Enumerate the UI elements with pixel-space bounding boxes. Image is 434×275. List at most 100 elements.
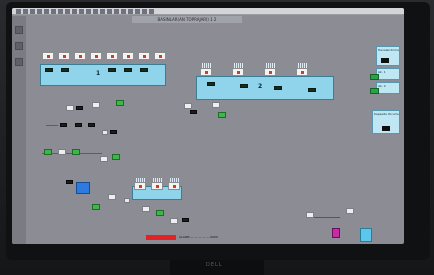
basin-2-label: 2 (258, 83, 263, 90)
valve-icon[interactable] (102, 130, 108, 135)
pipe-line (312, 217, 340, 218)
pump-icon[interactable] (156, 210, 164, 216)
aerator-unit[interactable] (264, 68, 276, 76)
pipe-line (46, 125, 58, 126)
aerator-unit[interactable] (151, 182, 163, 190)
right-panel-title: Kapasite Olcumu (374, 112, 400, 116)
cyan-indicator[interactable] (360, 228, 372, 242)
alarm-indicator (146, 235, 176, 240)
pump-icon[interactable] (306, 212, 314, 218)
window-menu-icon[interactable] (135, 9, 140, 14)
page-title: BASINLAR(AN TOPRAJARI) 1 2 (132, 16, 242, 23)
aerator-unit[interactable] (58, 52, 70, 60)
right-panel-box[interactable]: Ak. 1 (376, 68, 400, 80)
instrument-readout (88, 123, 95, 127)
start-button[interactable] (370, 74, 379, 80)
sidebar-tool-icon[interactable] (15, 42, 23, 50)
right-panel-box[interactable]: Ak. 2 (376, 82, 400, 94)
tank-readout (240, 84, 248, 88)
tank-readout (207, 82, 215, 86)
pump-icon[interactable] (58, 149, 66, 155)
start-button[interactable] (370, 88, 379, 94)
pump-icon[interactable] (72, 149, 80, 155)
scada-screen: BASINLAR(AN TOPRAJARI) 1 2 1 2 Havalandi… (12, 8, 404, 244)
aerator-unit[interactable] (138, 52, 150, 60)
window-menu-icon[interactable] (128, 9, 133, 14)
pump-icon[interactable] (184, 103, 192, 109)
window-menu-icon[interactable] (23, 9, 28, 14)
aerator-unit[interactable] (154, 52, 166, 60)
aerator-unit[interactable] (74, 52, 86, 60)
window-menu-icon[interactable] (121, 9, 126, 14)
pump-icon[interactable] (170, 218, 178, 224)
window-menu-icon[interactable] (93, 9, 98, 14)
window-menu-icon[interactable] (44, 9, 49, 14)
alarm-bar[interactable]: ALARM — — — — — 0000 (146, 235, 276, 240)
window-menu-icon[interactable] (58, 9, 63, 14)
pump-icon[interactable] (66, 105, 74, 111)
pump-icon[interactable] (108, 194, 116, 200)
tank-readout (274, 86, 282, 90)
window-menu-icon[interactable] (51, 9, 56, 14)
sidebar-tool-icon[interactable] (15, 58, 23, 66)
window-menu-icon[interactable] (142, 9, 147, 14)
magenta-indicator[interactable] (332, 228, 340, 238)
alarm-text: ALARM — — — — — 0000 (179, 235, 218, 239)
window-menu-icon[interactable] (86, 9, 91, 14)
window-menubar (12, 8, 404, 15)
aerator-unit[interactable] (42, 52, 54, 60)
tank-readout (108, 68, 116, 72)
pump-icon[interactable] (92, 102, 100, 108)
window-menu-icon[interactable] (72, 9, 77, 14)
aerator-unit[interactable] (168, 182, 180, 190)
pump-icon[interactable] (100, 156, 108, 162)
instrument-readout (75, 123, 82, 127)
instrument-readout (190, 110, 197, 114)
window-menu-icon[interactable] (30, 9, 35, 14)
right-panel-box[interactable]: Havalandirma (376, 46, 400, 66)
window-menu-icon[interactable] (114, 9, 119, 14)
window-menu-icon[interactable] (37, 9, 42, 14)
aerator-unit[interactable] (134, 182, 146, 190)
right-panel-box[interactable]: Kapasite Olcumu (372, 110, 400, 134)
aerator-unit[interactable] (200, 68, 212, 76)
right-panel-title: Ak. 2 (378, 84, 386, 88)
aerator-unit[interactable] (122, 52, 134, 60)
aerator-unit[interactable] (232, 68, 244, 76)
pump-icon[interactable] (112, 154, 120, 160)
window-menu-icon[interactable] (16, 9, 21, 14)
right-panel-value (382, 126, 390, 131)
pump-icon[interactable] (212, 102, 220, 108)
left-toolbar (12, 16, 26, 244)
aerator-unit[interactable] (296, 68, 308, 76)
aerator-unit[interactable] (106, 52, 118, 60)
right-panel-title: Ak. 1 (378, 70, 386, 74)
blue-pump-icon[interactable] (76, 182, 90, 194)
sidebar-tool-icon[interactable] (15, 26, 23, 34)
pump-icon[interactable] (346, 208, 354, 214)
instrument-readout (60, 123, 67, 127)
pump-icon[interactable] (116, 100, 124, 106)
valve-icon[interactable] (124, 198, 130, 203)
instrument-readout (66, 180, 73, 184)
window-menu-icon[interactable] (79, 9, 84, 14)
window-menu-icon[interactable] (149, 9, 154, 14)
tank-readout (140, 68, 148, 72)
right-panel-title: Havalandirma (378, 48, 399, 52)
window-menu-icon[interactable] (107, 9, 112, 14)
window-menu-icon[interactable] (100, 9, 105, 14)
tank-readout (61, 68, 69, 72)
pump-icon[interactable] (44, 149, 52, 155)
instrument-readout (110, 130, 117, 134)
basin-1-label: 1 (96, 70, 101, 77)
pump-icon[interactable] (142, 206, 150, 212)
tank-readout (45, 68, 53, 72)
tank-readout (124, 68, 132, 72)
monitor-brand: DELL (206, 262, 223, 268)
pump-icon[interactable] (92, 204, 100, 210)
aerator-unit[interactable] (90, 52, 102, 60)
pump-icon[interactable] (218, 112, 226, 118)
window-menu-icon[interactable] (65, 9, 70, 14)
right-panel-value (381, 58, 389, 63)
instrument-readout (182, 218, 189, 222)
